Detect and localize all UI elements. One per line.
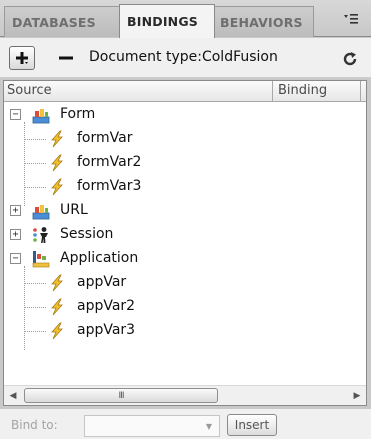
url-icon (32, 205, 50, 220)
chevron-down-icon: ▼ (205, 422, 212, 431)
variable-bolt-icon (51, 178, 63, 196)
column-header: Source Binding (4, 81, 366, 102)
collapse-toggle[interactable]: − (10, 109, 21, 120)
scroll-left-arrow-icon[interactable]: ◀ (4, 386, 22, 405)
tab-bindings[interactable]: BINDINGS (119, 4, 215, 38)
plus-icon (16, 52, 28, 64)
tree-node-form[interactable]: − Form (4, 103, 366, 127)
refresh-icon (343, 52, 357, 66)
tree-leaf-formvar2[interactable]: formVar2 (4, 151, 366, 175)
minus-icon (59, 56, 73, 60)
variable-bolt-icon (51, 154, 63, 172)
add-binding-button[interactable] (9, 46, 35, 70)
tab-behaviors[interactable]: BEHAVIORS (212, 6, 314, 37)
bind-to-select[interactable]: ▼ (84, 415, 220, 437)
bindings-toolbar: Document type:ColdFusion (0, 38, 371, 78)
tree-node-url[interactable]: + URL (4, 199, 366, 223)
tree-node-label: Form (60, 106, 96, 122)
column-divider[interactable] (360, 81, 361, 102)
tree-guide-line (24, 331, 46, 332)
session-icon (33, 227, 48, 243)
bindings-tree: − Form formVar formVar2 formVar3 + URL +… (4, 103, 366, 373)
tab-databases[interactable]: DATABASES (4, 6, 122, 37)
tree-guide-line (24, 163, 46, 164)
variable-bolt-icon (51, 130, 63, 148)
tree-node-label: appVar (77, 274, 127, 290)
column-binding-header[interactable]: Binding (278, 83, 327, 98)
tree-node-application[interactable]: − Application (4, 247, 366, 271)
tree-node-label: Application (60, 250, 139, 266)
tree-guide-line (24, 283, 46, 284)
expand-toggle[interactable]: + (10, 229, 21, 240)
application-icon (32, 251, 50, 268)
expand-toggle[interactable]: + (10, 205, 21, 216)
tree-node-label: formVar (77, 130, 133, 146)
scrollbar-thumb[interactable]: III (24, 388, 218, 403)
tree-node-label: URL (60, 202, 88, 218)
tree-leaf-appvar[interactable]: appVar (4, 271, 366, 295)
form-icon (32, 109, 50, 124)
variable-bolt-icon (51, 298, 63, 316)
tree-leaf-formvar3[interactable]: formVar3 (4, 175, 366, 199)
variable-bolt-icon (51, 274, 63, 292)
tree-leaf-appvar3[interactable]: appVar3 (4, 319, 366, 343)
bind-to-label: Bind to: (11, 418, 58, 432)
tree-guide-line (24, 139, 46, 140)
insert-button[interactable]: Insert (227, 414, 277, 436)
tree-node-label: appVar3 (77, 322, 136, 338)
scroll-right-arrow-icon[interactable]: ▶ (348, 386, 366, 405)
document-type-label[interactable]: Document type:ColdFusion (89, 49, 278, 65)
refresh-button[interactable] (339, 48, 361, 70)
panel-tab-strip: DATABASES BEHAVIORS BINDINGS (0, 0, 371, 38)
scrollbar-grip: III (118, 390, 125, 401)
tree-node-label: formVar2 (77, 154, 142, 170)
variable-bolt-icon (51, 322, 63, 340)
tree-leaf-formvar[interactable]: formVar (4, 127, 366, 151)
horizontal-scrollbar[interactable]: ◀ III ▶ (4, 385, 366, 405)
tree-guide-line (24, 187, 46, 188)
tree-node-label: appVar2 (77, 298, 136, 314)
tree-leaf-appvar2[interactable]: appVar2 (4, 295, 366, 319)
collapse-toggle[interactable]: − (10, 253, 21, 264)
panel-options-menu-icon[interactable] (339, 7, 363, 31)
tree-guide-line (24, 307, 46, 308)
bindings-footer: Bind to: ▼ Insert (0, 409, 371, 439)
column-source-header[interactable]: Source (7, 83, 52, 98)
tree-node-label: Session (60, 226, 114, 242)
bindings-tree-panel: Source Binding − Form formVar formVar2 f… (3, 80, 367, 406)
remove-binding-button[interactable] (56, 46, 76, 70)
tree-node-label: formVar3 (77, 178, 142, 194)
tree-node-session[interactable]: + Session (4, 223, 366, 247)
column-divider[interactable] (272, 81, 273, 102)
